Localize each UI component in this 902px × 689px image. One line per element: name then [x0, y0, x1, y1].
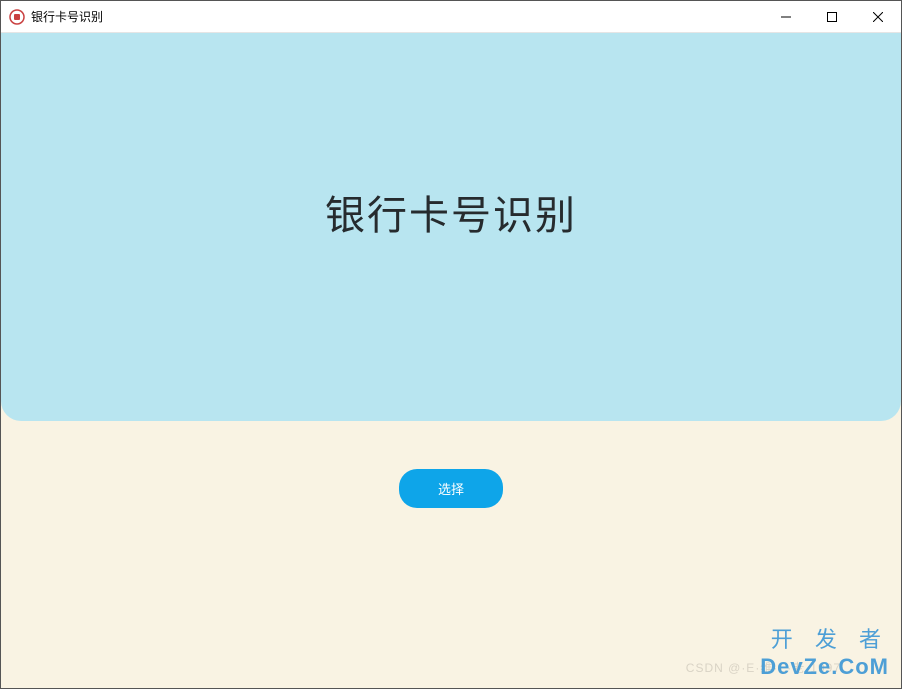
watermark-line2: DevZe.CoM: [760, 654, 889, 680]
window-controls: [763, 1, 901, 32]
window-title: 银行卡号识别: [31, 8, 103, 25]
watermark-line1: 开 发 者: [760, 622, 889, 654]
main-heading: 银行卡号识别: [325, 183, 577, 241]
display-panel: 银行卡号识别: [1, 33, 901, 421]
site-watermark: 开 发 者 DevZe.CoM: [760, 622, 889, 680]
app-icon: [9, 9, 25, 25]
titlebar: 银行卡号识别: [1, 1, 901, 33]
select-button[interactable]: 选择: [399, 469, 503, 508]
app-window: 银行卡号识别 银行卡号识别 选择 CSDN @·E·维·E·老·1997 开 发…: [0, 0, 902, 689]
minimize-button[interactable]: [763, 1, 809, 32]
close-button[interactable]: [855, 1, 901, 32]
titlebar-left: 银行卡号识别: [1, 8, 763, 25]
maximize-button[interactable]: [809, 1, 855, 32]
content-area: 银行卡号识别 选择 CSDN @·E·维·E·老·1997 开 发 者 DevZ…: [1, 33, 901, 688]
